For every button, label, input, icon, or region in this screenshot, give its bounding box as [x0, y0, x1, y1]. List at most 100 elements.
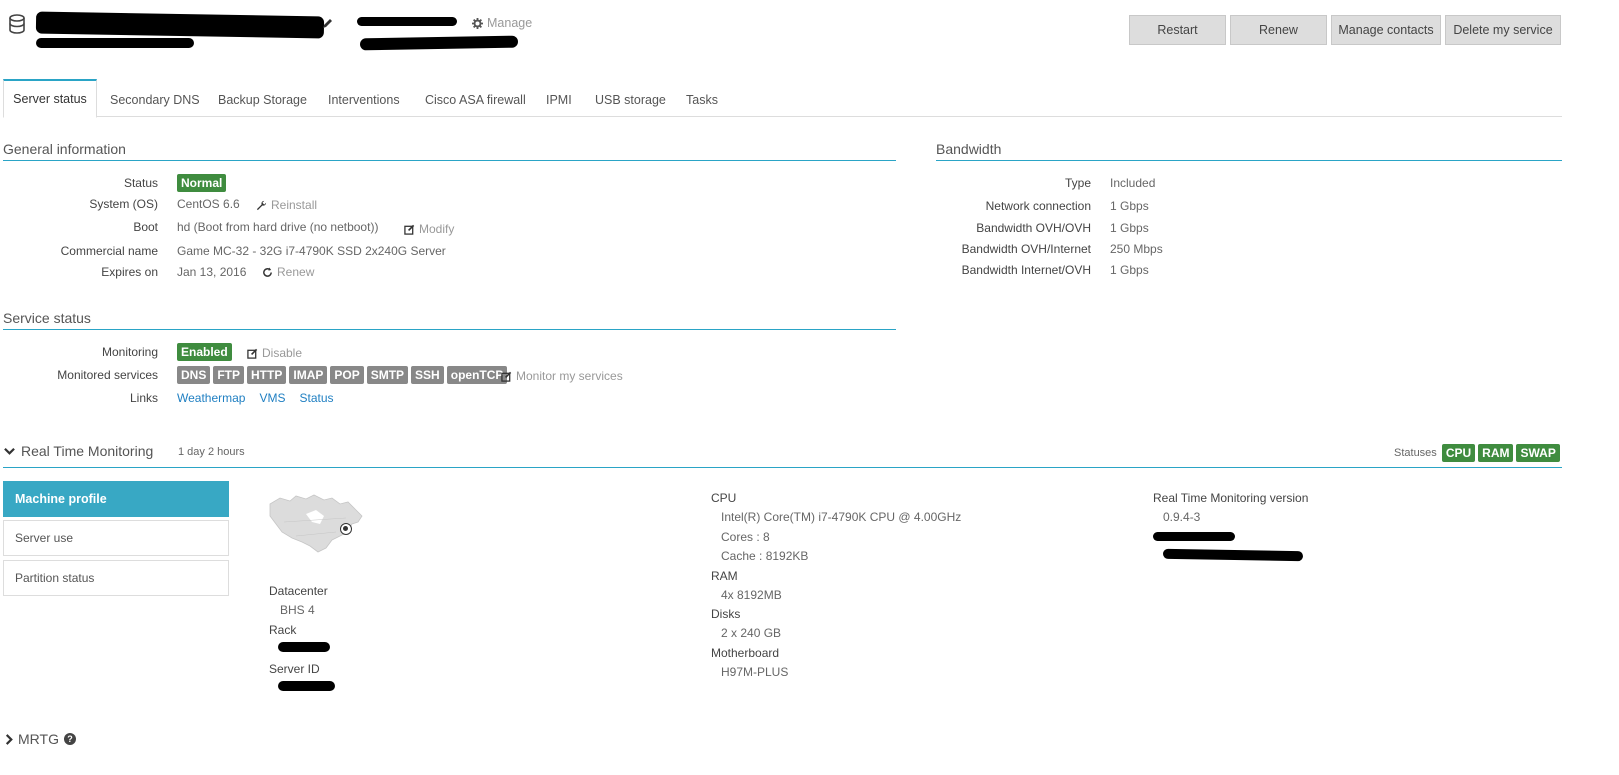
status-swap-badge: SWAP	[1516, 444, 1560, 462]
cpu-cache: Cache : 8192KB	[721, 549, 809, 563]
side-partition-status[interactable]: Partition status	[3, 560, 229, 596]
server-name-redacted	[35, 11, 325, 39]
bw-ovh-internet-value: 250 Mbps	[1110, 242, 1163, 256]
links-label: Links	[129, 391, 158, 405]
status-label: Status	[123, 176, 158, 190]
service-badge-smtp: SMTP	[366, 366, 409, 384]
modify-label: Modify	[419, 222, 455, 236]
bw-network-value: 1 Gbps	[1110, 199, 1149, 213]
renew-label: Renew	[277, 265, 315, 279]
rtm-rule	[3, 467, 1562, 468]
service-badge-pop: POP	[330, 366, 364, 384]
side-machine-profile[interactable]: Machine profile	[3, 481, 229, 517]
boot-label: Boot	[133, 220, 158, 234]
general-info-rule	[3, 160, 896, 161]
help-icon[interactable]: ?	[63, 733, 76, 745]
bandwidth-title: Bandwidth	[936, 141, 1002, 157]
reinstall-label: Reinstall	[271, 198, 318, 212]
status-badge: Normal	[177, 174, 227, 192]
bw-type-value: Included	[1110, 176, 1156, 190]
service-badge-ftp: FTP	[213, 366, 245, 384]
vms-link[interactable]: VMS	[259, 391, 285, 405]
bw-ovh-ovh-value: 1 Gbps	[1110, 221, 1149, 235]
cpu-model: Intel(R) Core(TM) i7-4790K CPU @ 4.00GHz	[721, 510, 962, 524]
disable-link[interactable]: Disable	[247, 346, 302, 360]
monitor-services-label: Monitor my services	[516, 369, 623, 383]
bw-internet-ovh-value: 1 Gbps	[1110, 263, 1149, 277]
rtm-version-value: 0.9.4-3	[1163, 510, 1201, 524]
delete-service-button[interactable]: Delete my service	[1445, 15, 1561, 45]
tab-server-status[interactable]: Server status	[3, 79, 97, 118]
expires-label: Expires on	[101, 265, 158, 279]
bw-ovh-ovh-label: Bandwidth OVH/OVH	[976, 221, 1091, 235]
edit-pencil-icon[interactable]	[322, 17, 334, 29]
restart-button[interactable]: Restart	[1129, 15, 1226, 45]
chevron-right-icon	[5, 733, 13, 745]
bandwidth-rule	[936, 160, 1562, 161]
modify-link[interactable]: Modify	[404, 222, 454, 236]
service-status-title: Service status	[3, 310, 91, 326]
tab-interventions[interactable]: Interventions	[328, 93, 400, 107]
rtm-title: Real Time Monitoring	[21, 443, 154, 459]
rtm-info-redacted-2	[1162, 548, 1304, 562]
renew-link[interactable]: Renew	[262, 265, 314, 279]
manage-contacts-button[interactable]: Manage contacts	[1331, 15, 1441, 45]
motherboard-label: Motherboard	[711, 646, 780, 660]
service-badge-ssh: SSH	[411, 366, 444, 384]
cpu-cores: Cores : 8	[721, 530, 770, 544]
rtm-version-label: Real Time Monitoring version	[1153, 491, 1309, 505]
side-label: Server use	[15, 531, 74, 545]
chevron-down-icon	[4, 447, 15, 456]
owner-sub-redacted	[359, 35, 519, 51]
service-badge-imap: IMAP	[289, 366, 328, 384]
owner-redacted	[357, 17, 457, 26]
rtm-statuses: Statuses CPU RAM SWAP	[1394, 444, 1560, 462]
links-list: Weathermap VMS Status	[177, 391, 334, 405]
os-value: CentOS 6.6	[177, 197, 240, 211]
manage-link[interactable]: Manage	[472, 16, 532, 30]
tab-bar-line	[3, 116, 1562, 117]
disks-value: 2 x 240 GB	[721, 626, 782, 640]
service-badge-opentcp: openTCP	[446, 366, 508, 384]
monitoring-badge: Enabled	[177, 343, 232, 361]
statuses-label: Statuses	[1394, 447, 1437, 459]
rtm-info-redacted-1	[1153, 532, 1235, 541]
tab-backup-storage[interactable]: Backup Storage	[218, 93, 307, 107]
cpu-label: CPU	[711, 491, 737, 505]
rtm-toggle[interactable]: Real Time Monitoring	[4, 443, 153, 459]
server-subtitle-redacted	[36, 38, 194, 48]
weathermap-link[interactable]: Weathermap	[177, 391, 245, 405]
server-id-label: Server ID	[269, 662, 320, 676]
bw-network-label: Network connection	[985, 199, 1091, 213]
monitor-services-link[interactable]: Monitor my services	[501, 369, 623, 383]
side-server-use[interactable]: Server use	[3, 520, 229, 556]
rtm-uptime: 1 day 2 hours	[178, 446, 245, 458]
tab-label: Server status	[13, 92, 87, 106]
general-info-title: General information	[3, 141, 126, 157]
tab-usb-storage[interactable]: USB storage	[595, 93, 666, 107]
status-ram-badge: RAM	[1478, 444, 1514, 462]
mrtg-toggle[interactable]: MRTG ?	[5, 731, 76, 747]
reinstall-link[interactable]: Reinstall	[256, 198, 317, 212]
edit-icon	[404, 224, 415, 235]
tab-cisco-asa-firewall[interactable]: Cisco ASA firewall	[425, 93, 526, 107]
server-id-redacted	[278, 681, 335, 691]
tab-tasks[interactable]: Tasks	[686, 93, 718, 107]
service-badge-http: HTTP	[247, 366, 287, 384]
tab-ipmi[interactable]: IPMI	[546, 93, 572, 107]
bw-type-label: Type	[1064, 176, 1091, 190]
status-link[interactable]: Status	[300, 391, 334, 405]
ram-label: RAM	[711, 569, 738, 583]
ram-value: 4x 8192MB	[721, 588, 782, 602]
disks-label: Disks	[711, 607, 741, 621]
mrtg-title: MRTG	[18, 731, 59, 747]
refresh-icon	[262, 266, 273, 278]
monitored-services-list: DNS FTP HTTP IMAP POP SMTP SSH openTCP	[177, 366, 508, 384]
status-badge-text: Normal	[177, 174, 227, 192]
manage-label: Manage	[487, 16, 533, 30]
tab-secondary-dns[interactable]: Secondary DNS	[110, 93, 200, 107]
datacenter-label: Datacenter	[269, 584, 328, 598]
monitoring-label: Monitoring	[101, 345, 158, 359]
commercial-name-value: Game MC-32 - 32G i7-4790K SSD 2x240G Ser…	[177, 244, 446, 258]
renew-button[interactable]: Renew	[1230, 15, 1327, 45]
